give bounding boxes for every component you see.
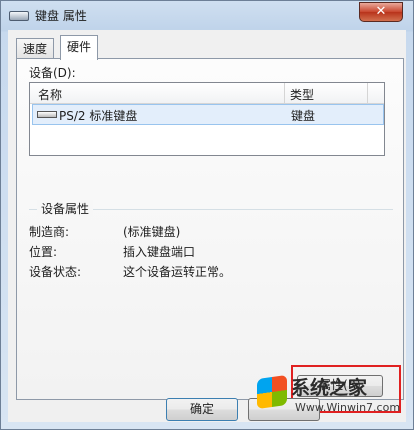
column-divider[interactable]: [367, 83, 368, 103]
watermark: 系统之家 Www.Winwin7.com: [257, 373, 407, 425]
location-value: 插入键盘端口: [123, 245, 196, 259]
status-label: 设备状态:: [29, 265, 82, 279]
tab-hardware[interactable]: 硬件: [60, 35, 99, 60]
column-divider[interactable]: [284, 83, 285, 103]
window-title: 键盘 属性: [35, 9, 87, 23]
watermark-url: Www.Winwin7.com: [295, 401, 401, 414]
watermark-title: 系统之家: [291, 377, 368, 399]
location-label: 位置:: [29, 245, 58, 259]
list-item[interactable]: PS/2 标准键盘 键盘: [32, 104, 384, 125]
device-properties-group: [29, 209, 393, 390]
close-button[interactable]: ✕: [359, 2, 403, 22]
manufacturer-label: 制造商:: [29, 225, 70, 239]
devices-label: 设备(D):: [29, 66, 76, 80]
windows-logo-icon: [257, 374, 287, 410]
devices-list[interactable]: 名称 类型 PS/2 标准键盘 键盘: [29, 82, 385, 156]
manufacturer-value: (标准键盘): [123, 225, 181, 239]
dialog-client: 速度 硬件 设备(D): 名称 类型 PS/2 标准键盘 键盘 设备属性 制造商…: [8, 30, 406, 422]
dialog-window: 键盘 属性 ✕ 速度 硬件 设备(D): 名称 类型 PS/2 标准键盘 键盘: [0, 0, 414, 430]
hardware-panel: 设备(D): 名称 类型 PS/2 标准键盘 键盘 设备属性 制造商: (标准键…: [16, 58, 404, 413]
column-header-type[interactable]: 类型: [290, 86, 314, 103]
column-header-name[interactable]: 名称: [38, 86, 62, 103]
keyboard-device-icon: [37, 111, 57, 118]
keyboard-icon: [9, 11, 29, 21]
device-type: 键盘: [291, 109, 316, 123]
ok-button[interactable]: 确定: [166, 398, 238, 421]
device-name: PS/2 标准键盘: [59, 109, 138, 123]
group-title: 设备属性: [37, 200, 94, 217]
title-bar[interactable]: 键盘 属性 ✕: [1, 1, 413, 29]
status-value: 这个设备运转正常。: [123, 265, 232, 279]
list-header: 名称 类型: [30, 83, 384, 104]
tab-speed[interactable]: 速度: [16, 38, 55, 59]
